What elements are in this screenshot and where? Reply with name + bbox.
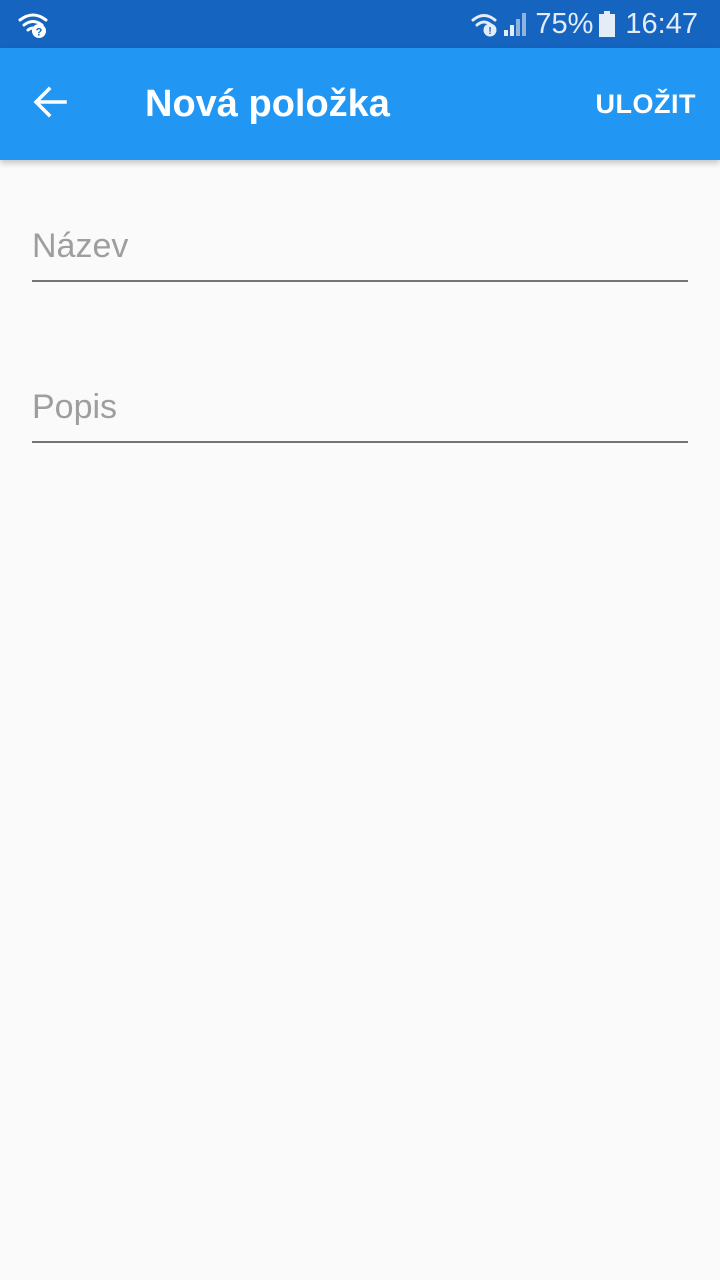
app-bar: Nová položka ULOŽIT [0, 48, 720, 160]
clock: 16:47 [625, 8, 698, 40]
status-bar: ? ! 75% 16:47 [0, 0, 720, 48]
save-button[interactable]: ULOŽIT [596, 48, 696, 160]
wifi-question-icon: ? [18, 11, 48, 39]
wifi-question-icon: ! [471, 11, 499, 37]
battery-percent: 75% [535, 8, 594, 40]
description-field[interactable] [32, 373, 688, 443]
arrow-back-icon [32, 84, 68, 125]
name-field[interactable] [32, 212, 688, 282]
page-title: Nová položka [145, 83, 390, 125]
back-button[interactable] [18, 72, 82, 136]
status-icons: ! 75% 16:47 [471, 0, 698, 48]
signal-icon [503, 11, 527, 37]
svg-text:?: ? [36, 27, 43, 39]
svg-text:!: ! [489, 26, 492, 37]
battery-icon [599, 11, 616, 37]
